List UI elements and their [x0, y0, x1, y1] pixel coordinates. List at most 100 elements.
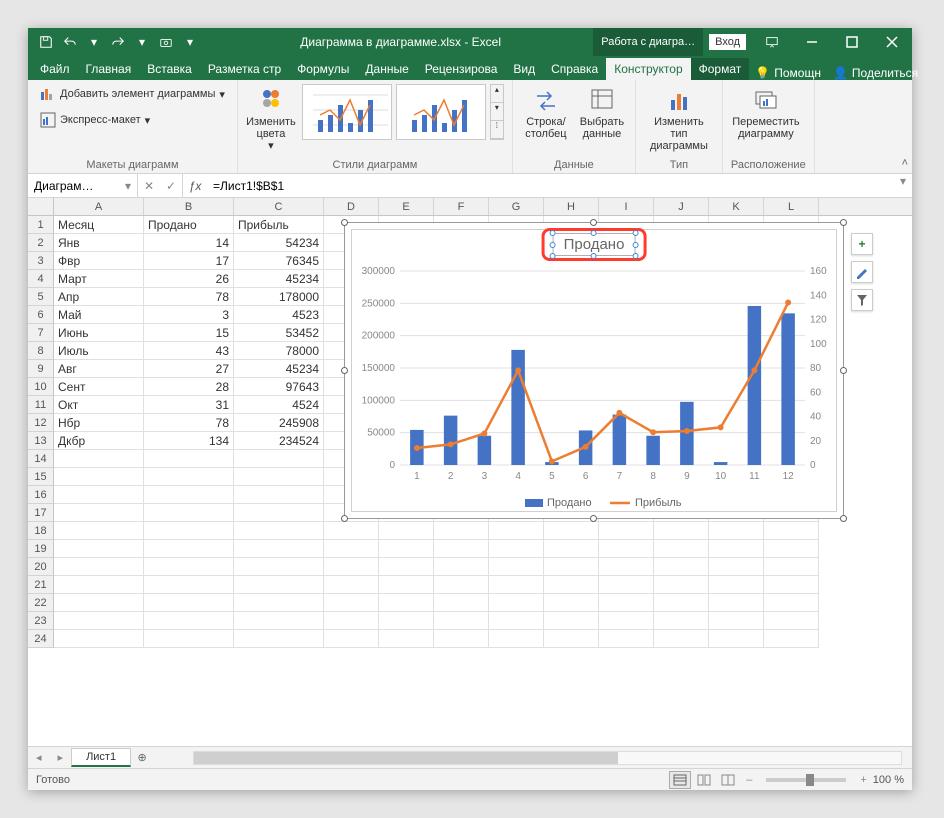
cell[interactable]: [234, 540, 324, 558]
chevron-down-icon[interactable]: ▾: [125, 179, 131, 193]
cell[interactable]: [234, 594, 324, 612]
collapse-ribbon-icon[interactable]: ˄: [902, 157, 908, 169]
cell[interactable]: Фвр: [54, 252, 144, 270]
cell[interactable]: [54, 594, 144, 612]
row-header[interactable]: 2: [28, 234, 54, 252]
row-header[interactable]: 23: [28, 612, 54, 630]
cell[interactable]: [234, 576, 324, 594]
cell[interactable]: [654, 540, 709, 558]
zoom-slider[interactable]: [766, 778, 846, 782]
row-header[interactable]: 17: [28, 504, 54, 522]
cell[interactable]: [324, 540, 379, 558]
cell[interactable]: 31: [144, 396, 234, 414]
cell[interactable]: 45234: [234, 270, 324, 288]
cell[interactable]: [144, 576, 234, 594]
col-header-J[interactable]: J: [654, 198, 709, 215]
cell[interactable]: [599, 576, 654, 594]
cell[interactable]: [599, 558, 654, 576]
cell[interactable]: [144, 540, 234, 558]
enter-icon[interactable]: ✓: [160, 179, 182, 193]
tab-review[interactable]: Рецензирова: [417, 58, 506, 80]
style-thumb-1[interactable]: [302, 84, 392, 140]
col-header-B[interactable]: B: [144, 198, 234, 215]
cell[interactable]: [144, 504, 234, 522]
chart-filter-button[interactable]: [851, 289, 873, 311]
cell[interactable]: [54, 558, 144, 576]
chart-object[interactable]: Продано 05000010000015000020000025000030…: [344, 222, 844, 519]
cell[interactable]: [654, 558, 709, 576]
cell[interactable]: [379, 630, 434, 648]
formula-input[interactable]: [207, 174, 894, 197]
cell[interactable]: [434, 558, 489, 576]
cell[interactable]: [489, 630, 544, 648]
row-header[interactable]: 5: [28, 288, 54, 306]
cell[interactable]: Март: [54, 270, 144, 288]
cell[interactable]: [599, 522, 654, 540]
cell[interactable]: [54, 450, 144, 468]
share-button[interactable]: 👤Поделиться: [827, 66, 924, 80]
cell[interactable]: 245908: [234, 414, 324, 432]
cell[interactable]: [544, 540, 599, 558]
row-header[interactable]: 6: [28, 306, 54, 324]
cell[interactable]: [324, 612, 379, 630]
cell[interactable]: 53452: [234, 324, 324, 342]
view-normal-icon[interactable]: [669, 771, 691, 789]
cell[interactable]: [544, 630, 599, 648]
row-header[interactable]: 11: [28, 396, 54, 414]
cell[interactable]: Прибыль: [234, 216, 324, 234]
cell[interactable]: [379, 576, 434, 594]
scroll-up-icon[interactable]: ▴: [491, 85, 503, 103]
cell[interactable]: [709, 612, 764, 630]
cell[interactable]: [654, 594, 709, 612]
cell[interactable]: [654, 630, 709, 648]
chart-styles-button[interactable]: [851, 261, 873, 283]
tell-me[interactable]: 💡Помощн: [749, 66, 827, 80]
cell[interactable]: Месяц: [54, 216, 144, 234]
tab-help[interactable]: Справка: [543, 58, 606, 80]
col-header-D[interactable]: D: [324, 198, 379, 215]
cell[interactable]: [144, 522, 234, 540]
cell[interactable]: [54, 612, 144, 630]
chart-elements-button[interactable]: +: [851, 233, 873, 255]
tab-home[interactable]: Главная: [78, 58, 140, 80]
cell[interactable]: [654, 522, 709, 540]
row-header[interactable]: 24: [28, 630, 54, 648]
cell[interactable]: 3: [144, 306, 234, 324]
cell[interactable]: [434, 576, 489, 594]
cell[interactable]: [709, 576, 764, 594]
cell[interactable]: [324, 630, 379, 648]
cell[interactable]: [434, 612, 489, 630]
row-header[interactable]: 3: [28, 252, 54, 270]
quick-layout-button[interactable]: Экспресс-макет▾: [36, 110, 154, 130]
cell[interactable]: [544, 522, 599, 540]
row-header[interactable]: 19: [28, 540, 54, 558]
tab-layout[interactable]: Разметка стр: [200, 58, 289, 80]
cell[interactable]: [434, 540, 489, 558]
cell[interactable]: [434, 630, 489, 648]
cell[interactable]: Дкбр: [54, 432, 144, 450]
tab-design[interactable]: Конструктор: [606, 58, 690, 80]
cell[interactable]: 43: [144, 342, 234, 360]
cell[interactable]: 178000: [234, 288, 324, 306]
cell[interactable]: [599, 612, 654, 630]
cell[interactable]: [144, 558, 234, 576]
cell[interactable]: 28: [144, 378, 234, 396]
cell[interactable]: [764, 522, 819, 540]
cell[interactable]: [599, 540, 654, 558]
col-header-L[interactable]: L: [764, 198, 819, 215]
cell[interactable]: 4523: [234, 306, 324, 324]
horizontal-scrollbar[interactable]: [193, 751, 902, 765]
row-header[interactable]: 13: [28, 432, 54, 450]
cell[interactable]: [764, 612, 819, 630]
cancel-icon[interactable]: ✕: [138, 179, 160, 193]
login-button[interactable]: Вход: [709, 34, 746, 50]
switch-row-col-button[interactable]: Строка/столбец: [521, 84, 571, 142]
cell[interactable]: [434, 522, 489, 540]
chevron-down-icon[interactable]: ▾: [84, 32, 104, 52]
add-chart-element-button[interactable]: Добавить элемент диаграммы▾: [36, 84, 229, 104]
cell[interactable]: [324, 576, 379, 594]
cell[interactable]: [489, 594, 544, 612]
cell[interactable]: Май: [54, 306, 144, 324]
cell[interactable]: [489, 612, 544, 630]
sheet-nav-prev[interactable]: ◂: [28, 751, 50, 764]
